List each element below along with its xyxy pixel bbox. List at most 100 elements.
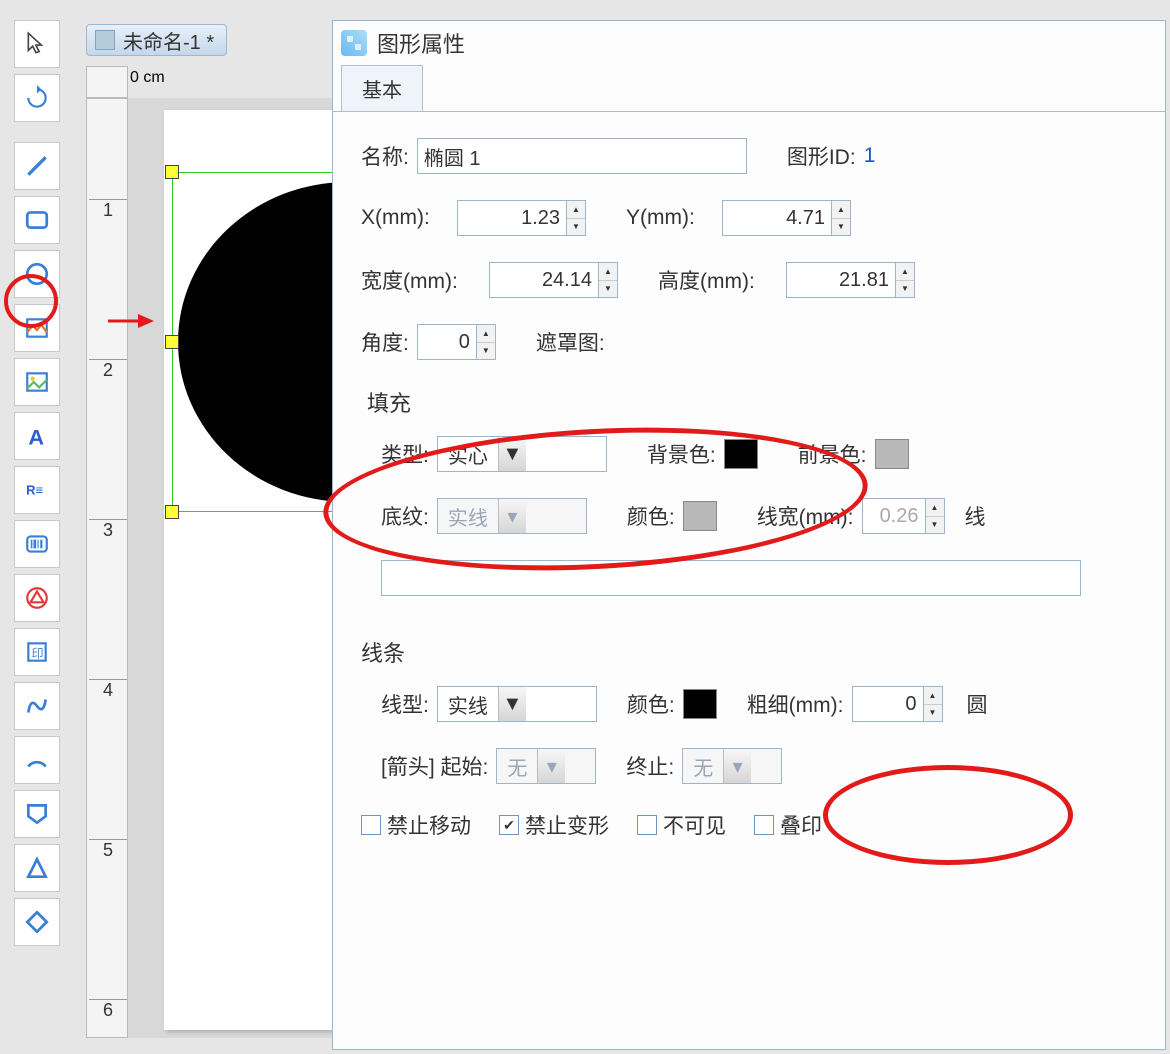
document-title: 未命名-1 * [123, 26, 214, 55]
spin-down[interactable]: ▼ [567, 219, 585, 236]
tab-basic[interactable]: 基本 [341, 65, 423, 111]
arrow-end-label: 终止: [626, 751, 674, 781]
height-spinner[interactable]: ▲▼ [786, 262, 915, 298]
canvas[interactable] [128, 98, 338, 1038]
spin-up[interactable]: ▲ [832, 201, 850, 219]
y-input[interactable] [722, 200, 832, 236]
spin-up[interactable]: ▲ [477, 325, 495, 343]
pattern-label: 底纹: [381, 501, 429, 531]
linetype-combo[interactable]: 实线▼ [437, 686, 597, 722]
spin-up[interactable]: ▲ [567, 201, 585, 219]
svg-text:A: A [28, 425, 44, 449]
ruler-origin-label: 0 cm [130, 69, 165, 87]
triangle2-tool[interactable] [14, 844, 60, 892]
linecolor-swatch[interactable] [683, 689, 717, 719]
resize-handle-bl[interactable] [165, 505, 179, 519]
bgcolor-label: 背景色: [647, 439, 716, 469]
ruler-corner [86, 66, 128, 98]
linewidth-input [862, 498, 926, 534]
curve-tool[interactable] [14, 682, 60, 730]
locktransform-checkbox[interactable]: ✔禁止变形 [499, 810, 609, 840]
width-input[interactable] [489, 262, 599, 298]
picture-tool[interactable] [14, 358, 60, 406]
filltype-combo[interactable]: 实心▼ [437, 436, 607, 472]
document-icon [95, 30, 115, 50]
line-section-title: 线条 [361, 636, 1137, 668]
filltype-label: 类型: [381, 439, 429, 469]
rotate-tool[interactable] [14, 74, 60, 122]
spin-down[interactable]: ▼ [599, 281, 617, 298]
arrow-start-combo: 无▾ [496, 748, 596, 784]
ruler-tick: 4 [89, 679, 127, 701]
rect-tool[interactable] [14, 196, 60, 244]
shapeid-value: 1 [864, 144, 876, 168]
polygon-tool[interactable] [14, 790, 60, 838]
line-suffix-label: 线 [965, 501, 986, 531]
fgcolor-swatch[interactable] [875, 439, 909, 469]
arrow-label: [箭头] 起始: [381, 751, 488, 781]
mask-label: 遮罩图: [536, 327, 605, 357]
ruler-tick: 2 [89, 359, 127, 381]
linetype-label: 线型: [381, 689, 429, 719]
spin-up[interactable]: ▲ [599, 263, 617, 281]
lockmove-checkbox[interactable]: 禁止移动 [361, 810, 471, 840]
thickness-spinner[interactable]: ▲▼ [852, 686, 943, 722]
resize-handle-ml[interactable] [165, 335, 179, 349]
patterncolor-swatch[interactable] [683, 501, 717, 531]
spin-up[interactable]: ▲ [896, 263, 914, 281]
name-input[interactable] [417, 138, 747, 174]
arc-tool[interactable] [14, 736, 60, 784]
linecolor-label: 颜色: [627, 689, 675, 719]
height-input[interactable] [786, 262, 896, 298]
y-spinner[interactable]: ▲▼ [722, 200, 851, 236]
fill-extra-input[interactable] [381, 560, 1081, 596]
panel-icon [341, 30, 367, 56]
document-tab[interactable]: 未命名-1 * [86, 24, 227, 56]
stamp-tool[interactable]: 印 [14, 628, 60, 676]
height-label: 高度(mm): [658, 265, 778, 295]
fill-section-title: 填充 [367, 386, 1137, 418]
richtext-tool[interactable]: R≡ [14, 466, 60, 514]
pattern-combo: 实线▾ [437, 498, 587, 534]
line-tool[interactable] [14, 142, 60, 190]
thickness-label: 粗细(mm): [747, 689, 844, 719]
overprint-checkbox[interactable]: 叠印 [754, 810, 822, 840]
linewidth-label: 线宽(mm): [757, 501, 854, 531]
ruler-tick: 1 [89, 199, 127, 221]
x-spinner[interactable]: ▲▼ [457, 200, 586, 236]
ellipse-tool[interactable] [14, 250, 60, 298]
spin-down[interactable]: ▼ [832, 219, 850, 236]
x-label: X(mm): [361, 206, 449, 230]
width-label: 宽度(mm): [361, 265, 481, 295]
resize-handle-tl[interactable] [165, 165, 179, 179]
invisible-checkbox[interactable]: 不可见 [637, 810, 726, 840]
spin-down[interactable]: ▼ [896, 281, 914, 298]
ruler-tick: 3 [89, 519, 127, 541]
triangle-tool[interactable] [14, 574, 60, 622]
panel-header: 图形属性 [333, 21, 1165, 65]
bgcolor-swatch[interactable] [724, 439, 758, 469]
svg-text:印: 印 [32, 646, 44, 660]
spin-down[interactable]: ▼ [477, 343, 495, 360]
barcode-tool[interactable] [14, 520, 60, 568]
shapeid-label: 图形ID: [787, 141, 856, 171]
ruler-tick: 5 [89, 839, 127, 861]
image-tool[interactable] [14, 304, 60, 352]
svg-text:R≡: R≡ [26, 482, 43, 497]
diamond-tool[interactable] [14, 898, 60, 946]
spin-up[interactable]: ▲ [924, 687, 942, 705]
select-tool[interactable] [14, 20, 60, 68]
spin-down[interactable]: ▼ [924, 705, 942, 722]
vertical-ruler: 1 2 3 4 5 6 [86, 98, 128, 1038]
fgcolor-label: 前景色: [798, 439, 867, 469]
patterncolor-label: 颜色: [627, 501, 675, 531]
width-spinner[interactable]: ▲▼ [489, 262, 618, 298]
x-input[interactable] [457, 200, 567, 236]
angle-label: 角度: [361, 327, 409, 357]
thickness-input[interactable] [852, 686, 924, 722]
angle-input[interactable] [417, 324, 477, 360]
angle-spinner[interactable]: ▲▼ [417, 324, 496, 360]
name-label: 名称: [361, 141, 409, 171]
text-tool[interactable]: A [14, 412, 60, 460]
round-suffix-label: 圆 [967, 689, 988, 719]
